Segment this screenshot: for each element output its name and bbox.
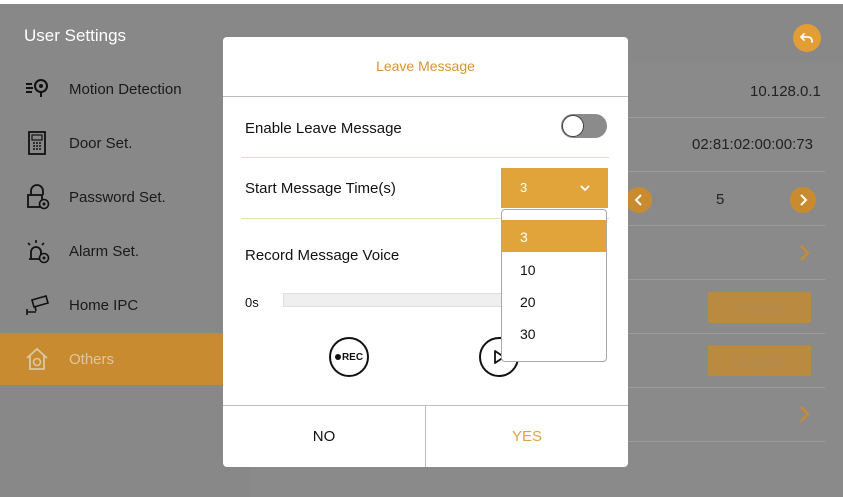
enable-leave-message-label: Enable Leave Message: [245, 120, 402, 137]
start-message-time-label: Start Message Time(s): [245, 180, 396, 197]
no-button[interactable]: NO: [223, 406, 425, 467]
motion-detection-icon: [26, 79, 48, 97]
start-message-time-select[interactable]: 3: [501, 168, 608, 208]
sidebar-item-alarm-set[interactable]: Alarm Set.: [0, 225, 250, 277]
dropdown-option[interactable]: 20: [502, 285, 606, 317]
sidebar-item-label: Alarm Set.: [69, 243, 140, 260]
sidebar-item-label: Others: [69, 351, 115, 368]
decrement-button[interactable]: [626, 187, 652, 213]
sidebar-item-label: Motion Detection: [69, 81, 182, 98]
chevron-right-icon[interactable]: [798, 244, 810, 262]
toggle-knob: [562, 115, 584, 137]
record-dot-icon: [334, 354, 341, 360]
record-button[interactable]: REC: [329, 337, 369, 377]
security-camera-icon: [26, 295, 49, 315]
start-time-dropdown: 3 10 20 30: [501, 209, 607, 362]
record-message-voice-label: Record Message Voice: [245, 247, 400, 264]
sidebar-item-others[interactable]: Others: [0, 333, 250, 385]
sidebar-item-motion-detection[interactable]: Motion Detection: [0, 63, 250, 115]
upgrade-button[interactable]: Upgrade: [708, 345, 811, 376]
enable-leave-message-toggle[interactable]: [561, 114, 607, 138]
mac-address-value: 02:81:02:00:00:73: [692, 136, 813, 153]
sidebar-item-door-set[interactable]: Door Set.: [0, 117, 250, 169]
format-button[interactable]: Format: [708, 292, 811, 323]
sidebar-item-label: Password Set.: [69, 189, 166, 206]
chevron-right-icon[interactable]: [798, 405, 810, 423]
ip-address-value: 10.128.0.1: [750, 83, 821, 100]
chevron-right-icon: [800, 194, 808, 206]
sidebar-item-label: Home IPC: [69, 297, 139, 314]
select-value: 3: [520, 180, 528, 195]
increment-button[interactable]: [790, 187, 816, 213]
sidebar: Motion Detection Door Set. Password Set.…: [0, 63, 250, 497]
undo-arrow-icon: [800, 33, 813, 43]
divider: [223, 96, 628, 97]
home-settings-icon: [26, 347, 48, 370]
sidebar-item-home-ipc[interactable]: Home IPC: [0, 279, 250, 331]
yes-button[interactable]: YES: [426, 406, 628, 467]
record-label: REC: [341, 351, 364, 363]
door-panel-icon: [28, 131, 46, 155]
back-button[interactable]: [793, 24, 821, 52]
alarm-bell-icon: [27, 240, 50, 264]
record-progress-bar: [283, 293, 513, 307]
password-lock-icon: [27, 184, 50, 210]
progress-time: 0s: [245, 295, 259, 310]
chevron-down-icon: [580, 185, 590, 192]
chevron-left-icon: [634, 194, 642, 206]
page-title: User Settings: [24, 26, 127, 45]
dropdown-option[interactable]: 3: [502, 220, 606, 252]
dropdown-option[interactable]: 30: [502, 317, 606, 349]
dialog-title: Leave Message: [376, 58, 475, 74]
dropdown-option[interactable]: 10: [502, 253, 606, 285]
stepper-value: 5: [716, 191, 725, 208]
sidebar-item-label: Door Set.: [69, 135, 133, 152]
divider: [241, 157, 609, 158]
sidebar-item-password-set[interactable]: Password Set.: [0, 171, 250, 223]
